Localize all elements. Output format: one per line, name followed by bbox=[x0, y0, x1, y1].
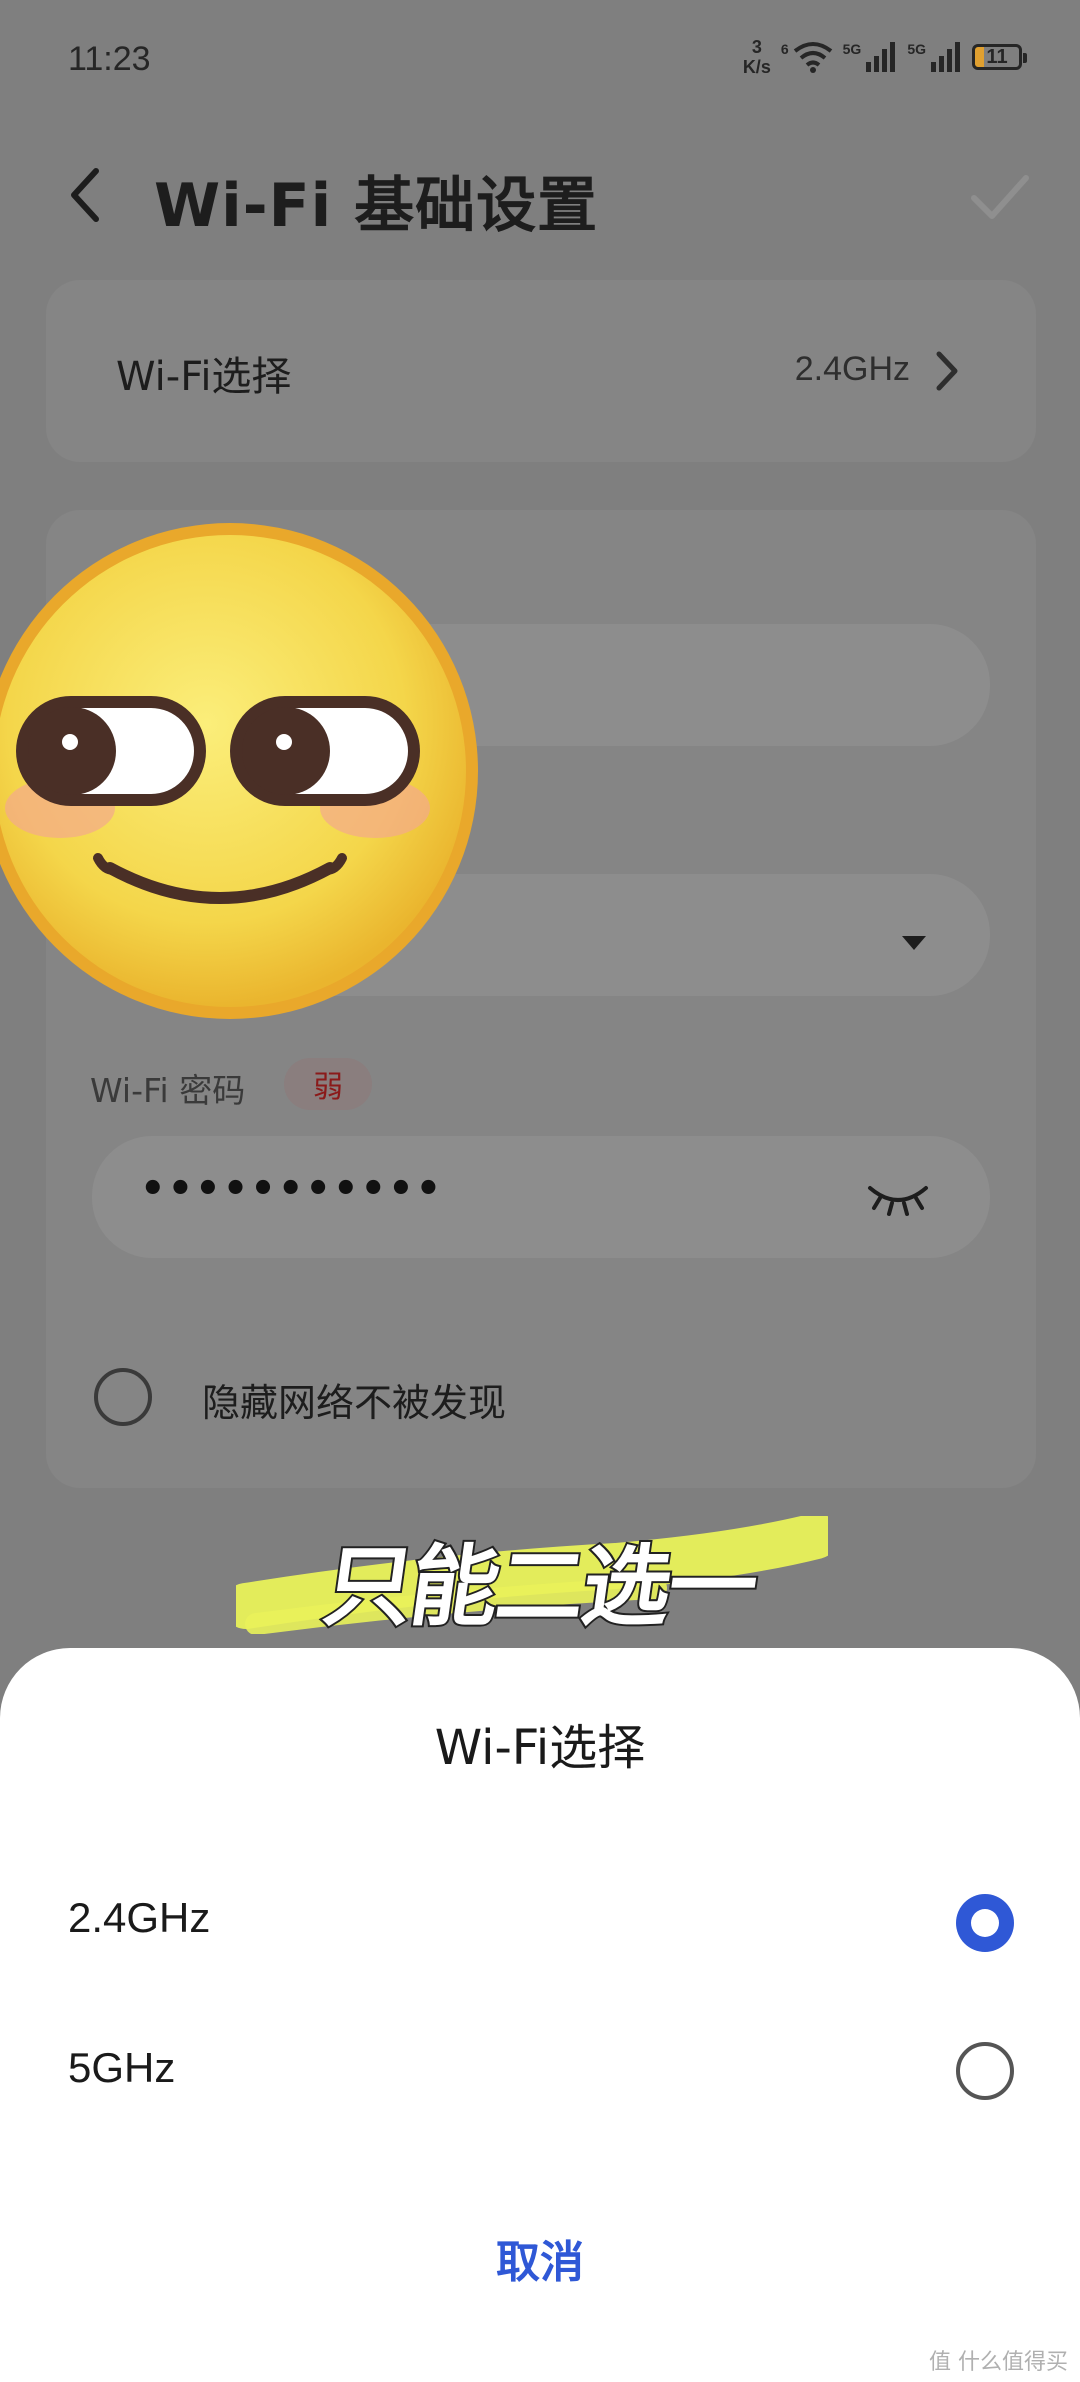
cell-signal-1-icon bbox=[866, 42, 896, 72]
dropdown-arrow-icon bbox=[902, 936, 926, 950]
hide-network-label: 隐藏网络不被发现 bbox=[202, 1381, 507, 1425]
network-speed-value: 3 bbox=[751, 37, 762, 57]
status-time: 11:23 bbox=[68, 40, 151, 78]
option-2-4ghz-label[interactable]: 2.4GHz bbox=[68, 1894, 210, 1942]
option-5ghz-radio[interactable] bbox=[956, 2042, 1014, 2100]
left-eye bbox=[16, 696, 206, 806]
right-eye bbox=[230, 696, 420, 806]
chevron-right-icon bbox=[936, 351, 958, 391]
password-value: ••••••••••• bbox=[140, 1166, 444, 1212]
network-type-2: 5G bbox=[907, 41, 926, 57]
cancel-button[interactable]: 取消 bbox=[0, 2226, 1080, 2290]
wifi-signal-icon bbox=[793, 42, 832, 73]
smiling-emoji-sticker bbox=[0, 523, 478, 1019]
confirm-button[interactable] bbox=[970, 168, 1030, 228]
option-5ghz-label[interactable]: 5GHz bbox=[68, 2044, 175, 2092]
battery-level: 11 bbox=[986, 45, 1008, 68]
checkmark-icon bbox=[971, 175, 1029, 219]
network-speed: 3 K/s bbox=[743, 37, 771, 77]
cell-signal-2-icon bbox=[931, 42, 960, 72]
network-speed-unit: K/s bbox=[742, 57, 771, 77]
hide-network-checkbox[interactable] bbox=[94, 1368, 152, 1426]
sheet-title: Wi-Fi选择 bbox=[434, 1720, 646, 1776]
eye-closed-icon[interactable] bbox=[866, 1178, 930, 1218]
chevron-left-icon bbox=[71, 168, 99, 222]
network-type-1: 5G bbox=[842, 41, 862, 57]
wifi-select-label: Wi-Fi选择 bbox=[116, 354, 292, 400]
password-strength-badge: 弱 bbox=[284, 1058, 372, 1110]
back-button[interactable] bbox=[62, 165, 112, 225]
page-title: Wi-Fi 基础设置 bbox=[154, 171, 599, 241]
password-label: Wi-Fi 密码 bbox=[90, 1071, 246, 1110]
status-icons: 3 K/s 6 5G 5G 11 bbox=[743, 32, 1027, 82]
option-2-4ghz-radio[interactable] bbox=[956, 1894, 1014, 1952]
wifi6-tag: 6 bbox=[780, 41, 789, 57]
battery-icon: 11 bbox=[972, 44, 1027, 70]
wifi-select-value: 2.4GHz bbox=[794, 350, 910, 388]
watermark: 值 什么值得买 bbox=[929, 2350, 1068, 2375]
video-caption: 只能二选一 bbox=[316, 1533, 764, 1640]
